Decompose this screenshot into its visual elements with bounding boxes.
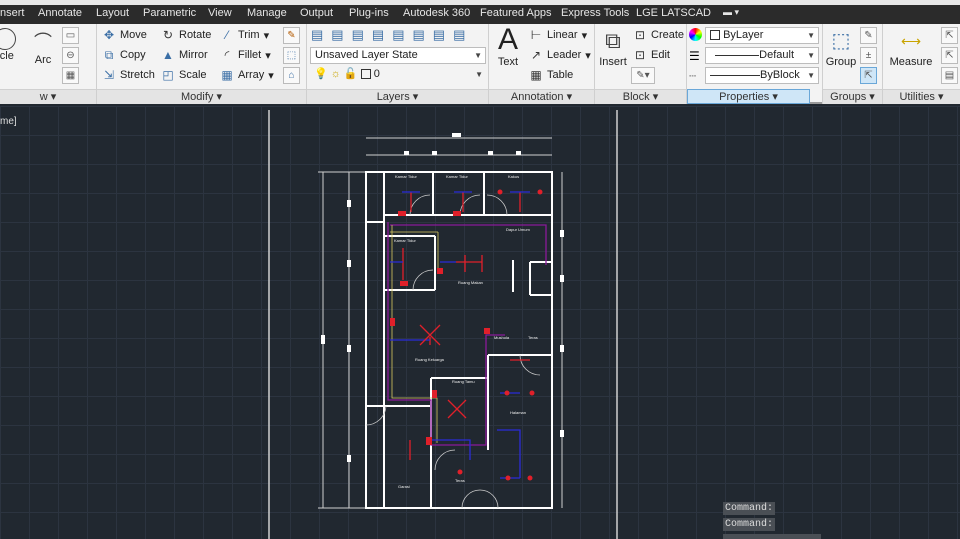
room-label: Kamar Tidur [394,238,416,243]
command-history-line: Command: [723,502,776,515]
room-label: Halaman [510,410,526,415]
room-label: Teras [455,478,465,483]
room-label: Kamar Tidur [446,174,468,179]
room-labels: Kamar Tidur Kamar Tidur Kakus Dapur Umum… [394,174,538,489]
viewport-borders [268,110,618,539]
room-label: Mushola [494,335,510,340]
room-label: Kakus [508,174,519,179]
floor-plan-drawing: Kamar Tidur Kamar Tidur Kakus Dapur Umum… [268,110,618,539]
room-label: Ruang Keluarga [415,357,445,362]
dimension-labels [321,133,564,462]
room-label: Dapur Umum [506,227,530,232]
electrical-wiring [387,191,547,479]
command-input[interactable] [723,534,821,539]
room-label: Ruang Makan [458,280,483,285]
room-label: Teras [528,335,538,340]
room-label: Ruang Tamu [452,379,475,384]
command-history-line: Command: [723,518,776,531]
room-label: Kamar Tidur [395,174,417,179]
dimension-lines [318,137,563,509]
room-label: Garasi [398,484,410,489]
